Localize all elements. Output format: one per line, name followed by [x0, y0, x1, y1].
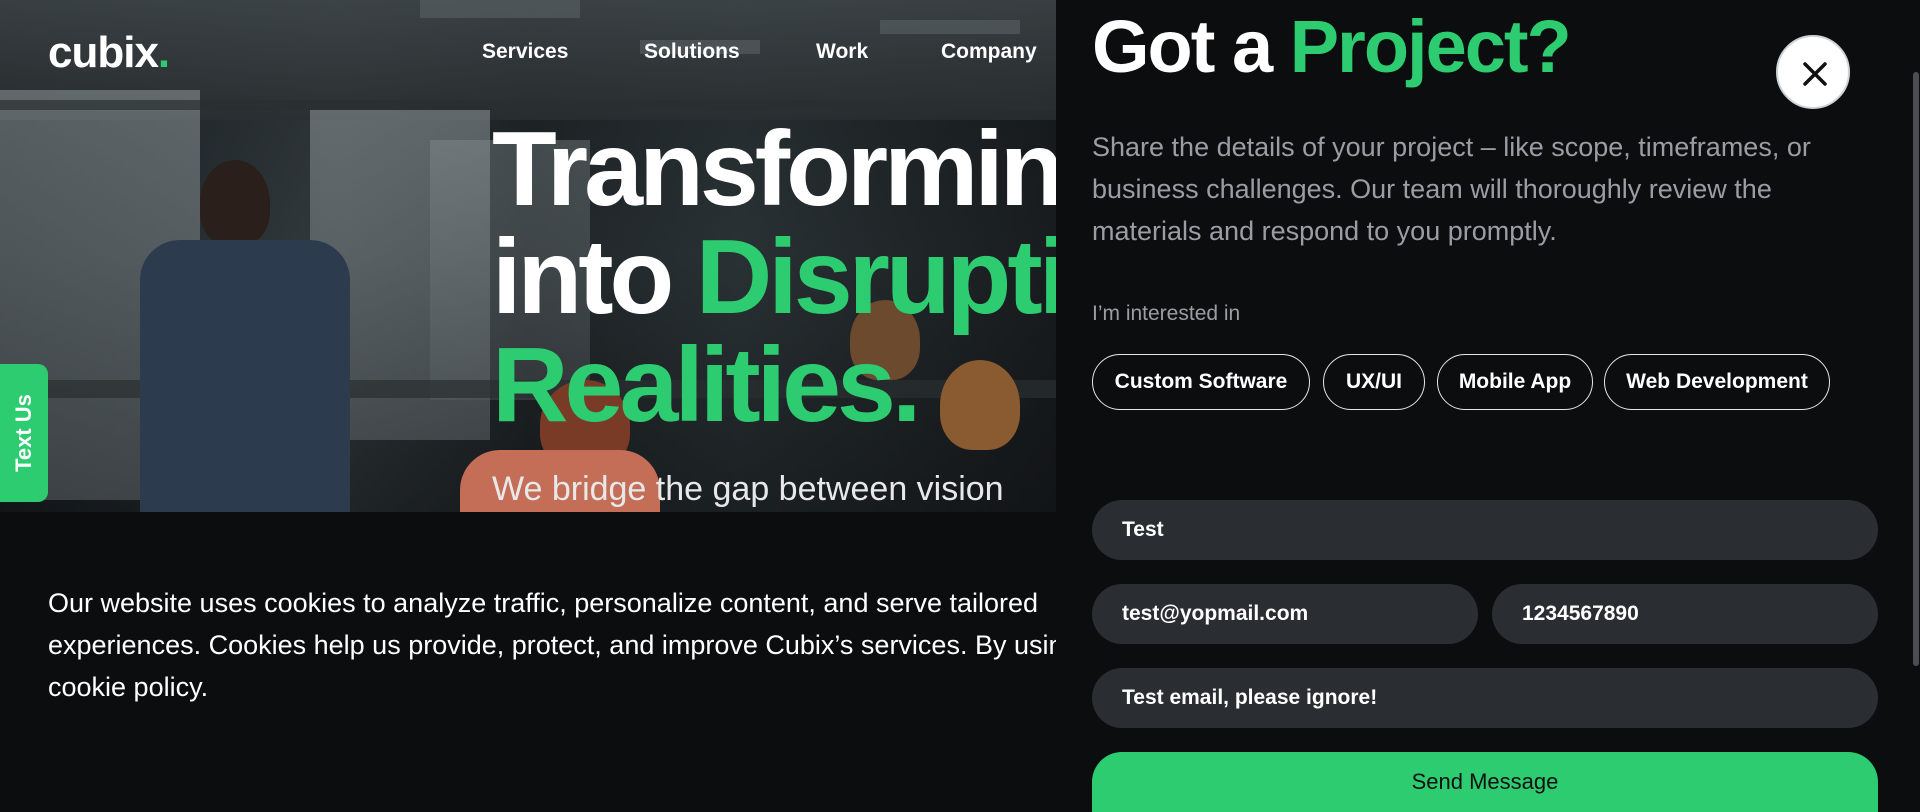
ceiling-light [880, 20, 1020, 34]
cubix-logo[interactable]: cubix. [48, 28, 170, 78]
person-silhouette [200, 160, 270, 246]
ceiling-light [420, 0, 580, 18]
website-background: cubix. Services Solutions Work Company T… [0, 0, 1056, 812]
nav-item-company[interactable]: Company [941, 40, 1037, 64]
hero-heading-line3: Realities. [492, 326, 921, 444]
project-drawer: Got a Project? Share the details of your… [1056, 0, 1920, 812]
close-button[interactable] [1776, 35, 1850, 109]
chip-custom-software[interactable]: Custom Software [1092, 354, 1310, 410]
interest-label: I’m interested in [1092, 302, 1241, 325]
hero-heading-line1: Transforming [492, 110, 1056, 228]
name-field[interactable] [1092, 500, 1878, 560]
nav-item-solutions[interactable]: Solutions [644, 40, 740, 64]
window-decoration [0, 100, 1056, 110]
drawer-title: Got a Project? [1092, 5, 1572, 88]
hero-heading-line2: into Disruptive [492, 218, 1056, 336]
scrollbar-thumb[interactable] [1913, 72, 1919, 666]
close-icon [1803, 62, 1827, 86]
email-field[interactable] [1092, 584, 1478, 644]
cookie-banner: Our website uses cookies to analyze traf… [0, 512, 1056, 812]
chip-ux-ui[interactable]: UX/UI [1323, 354, 1425, 410]
hero-heading: Transforming into Disruptive Realities. [492, 115, 1056, 439]
hero-section: cubix. Services Solutions Work Company T… [0, 0, 1056, 512]
nav-item-services[interactable]: Services [482, 40, 568, 64]
chip-mobile-app[interactable]: Mobile App [1437, 354, 1593, 410]
phone-field[interactable] [1492, 584, 1878, 644]
text-us-button[interactable]: Text Us [0, 364, 48, 502]
send-message-button[interactable]: Send Message [1092, 752, 1878, 812]
message-field[interactable] [1092, 668, 1878, 728]
drawer-description: Share the details of your project – like… [1092, 132, 1811, 246]
nav-item-work[interactable]: Work [816, 40, 868, 64]
cookie-text: Our website uses cookies to analyze traf… [48, 588, 1056, 702]
chip-web-development[interactable]: Web Development [1604, 354, 1830, 410]
hero-subtitle: We bridge the gap between vision [492, 470, 1004, 508]
person-silhouette [140, 240, 350, 512]
